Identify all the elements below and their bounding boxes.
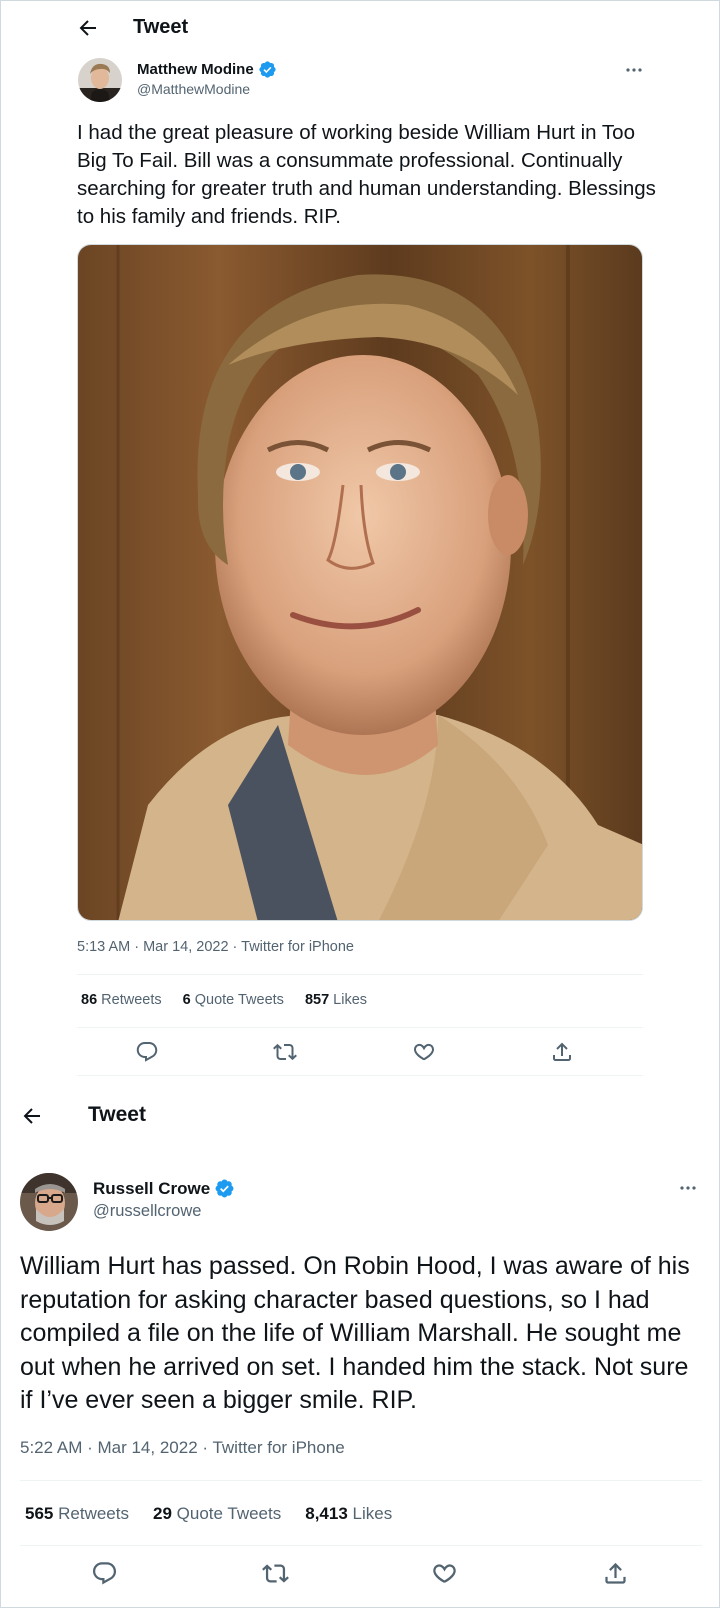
divider	[20, 1545, 702, 1546]
header-title: Tweet	[88, 1103, 146, 1126]
avatar[interactable]	[20, 1173, 78, 1231]
back-arrow-icon[interactable]	[76, 16, 100, 40]
tweet-timestamp[interactable]: 5:13 AM · Mar 14, 2022 · Twitter for iPh…	[77, 939, 354, 955]
likes-stat[interactable]: 857 Likes	[305, 992, 367, 1008]
author-handle[interactable]: @russellcrowe	[93, 1202, 201, 1221]
tweet-timestamp[interactable]: 5:22 AM · Mar 14, 2022 · Twitter for iPh…	[20, 1438, 345, 1458]
divider	[77, 1075, 643, 1076]
tweet-stats: 565 Retweets 29 Quote Tweets 8,413 Likes	[25, 1504, 392, 1524]
tweet-actions	[77, 1040, 643, 1064]
retweet-icon[interactable]	[273, 1040, 297, 1064]
tweet-stats: 86 Retweets 6 Quote Tweets 857 Likes	[81, 992, 367, 1008]
like-icon[interactable]	[431, 1560, 458, 1587]
tweet-matthew-modine: Tweet Matthew Modine @MatthewModine I ha…	[0, 0, 720, 1090]
reply-icon[interactable]	[91, 1560, 118, 1587]
divider	[20, 1480, 702, 1481]
divider	[77, 974, 643, 975]
share-icon[interactable]	[550, 1040, 574, 1064]
more-horizontal-icon[interactable]	[622, 58, 646, 82]
header-title: Tweet	[133, 16, 189, 38]
likes-stat[interactable]: 8,413 Likes	[305, 1504, 392, 1524]
tweet-actions	[20, 1560, 702, 1588]
verified-badge-icon	[258, 60, 277, 79]
quote-tweets-stat[interactable]: 29 Quote Tweets	[153, 1504, 281, 1524]
author-handle[interactable]: @MatthewModine	[137, 81, 250, 97]
tweet-russell-crowe: Tweet Russell Crowe @russellcrowe Willia…	[0, 1090, 720, 1608]
retweets-stat[interactable]: 565 Retweets	[25, 1504, 129, 1524]
avatar[interactable]	[78, 58, 122, 102]
tweet-text: I had the great pleasure of working besi…	[77, 121, 656, 228]
quote-tweets-stat[interactable]: 6 Quote Tweets	[183, 992, 284, 1008]
back-arrow-icon[interactable]	[20, 1104, 44, 1128]
tweet-photo[interactable]	[77, 244, 643, 921]
more-horizontal-icon[interactable]	[676, 1176, 700, 1200]
tweet-text: William Hurt has passed. On Robin Hood, …	[20, 1252, 690, 1414]
reply-icon[interactable]	[135, 1040, 159, 1064]
divider	[77, 1027, 643, 1028]
verified-badge-icon	[214, 1178, 235, 1199]
author-name[interactable]: Matthew Modine	[137, 60, 277, 79]
author-name[interactable]: Russell Crowe	[93, 1178, 235, 1199]
retweet-icon[interactable]	[262, 1560, 289, 1587]
retweets-stat[interactable]: 86 Retweets	[81, 992, 162, 1008]
share-icon[interactable]	[602, 1560, 629, 1587]
like-icon[interactable]	[412, 1040, 436, 1064]
